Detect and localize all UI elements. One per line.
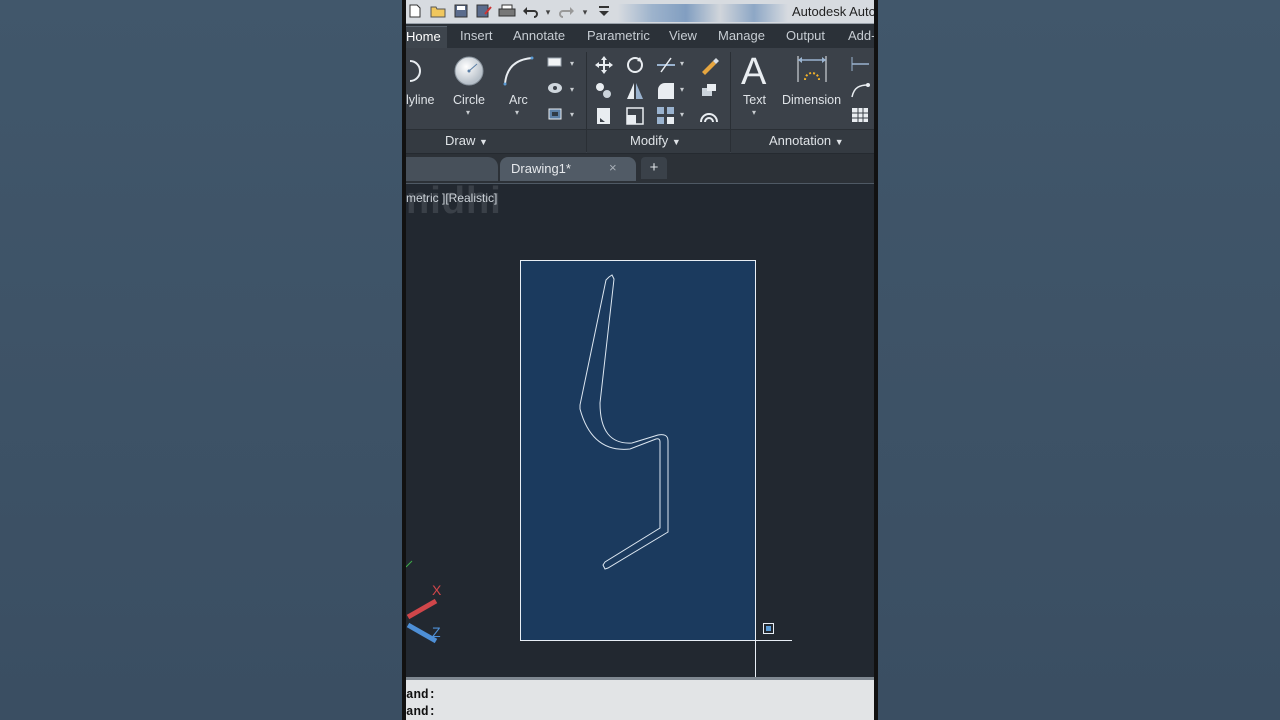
ucs-x-label: X [432,582,442,598]
left-background [0,0,404,720]
circle-dropdown-icon[interactable]: ▾ [466,108,470,117]
annotation-panel-title[interactable]: Annotation ▼ [769,133,844,148]
cursor-pickbox-center [766,626,771,631]
mirror-icon[interactable] [625,81,645,101]
dimension-button[interactable] [795,54,829,93]
polyline-button[interactable] [406,56,434,91]
fillet-dropdown-icon[interactable]: ▾ [680,85,684,94]
draw-panel-bar [406,129,586,153]
autocad-window: ▾ ▾ Autodesk Auto Home Insert Annotate P… [406,0,874,720]
tab-insert[interactable]: Insert [460,28,493,43]
trim-dropdown-icon[interactable]: ▾ [680,59,684,68]
move-icon[interactable] [594,55,614,75]
ribbon-panel: lyline Circle ▾ Arc ▾ ▾ ▾ ▾ ▾ ▾ ▾ A Text… [406,48,874,154]
tab-view[interactable]: View [669,28,697,43]
command-history-line: and: [406,688,437,702]
offset-icon[interactable] [699,106,719,126]
circle-label: Circle [453,93,485,107]
arc-dropdown-icon[interactable]: ▾ [515,108,519,117]
redo-icon[interactable] [558,4,575,20]
draw-panel-title-text: Draw [445,133,476,148]
erase-icon[interactable] [699,55,719,75]
open-folder-icon[interactable] [429,4,446,20]
ribbon-tabs: Home Insert Annotate Parametric View Man… [406,24,874,50]
rectangle-icon[interactable] [546,55,566,75]
polyline-label: lyline [406,93,435,107]
save-as-icon[interactable] [475,4,492,20]
chevron-down-icon: ▼ [478,137,488,147]
new-file-icon[interactable] [406,4,423,20]
chevron-down-icon: ▼ [834,137,844,147]
modify-panel-title[interactable]: Modify ▼ [630,133,681,148]
drawing-svg: X Z [406,260,792,677]
tab-manage[interactable]: Manage [718,28,765,43]
text-button[interactable]: A [740,51,772,95]
boundary-icon[interactable] [546,106,566,126]
arc-button[interactable] [502,54,536,93]
right-frame-edge [874,0,878,720]
redo-dropdown-icon[interactable]: ▾ [581,7,589,18]
rectangle-dropdown-icon[interactable]: ▾ [570,59,574,68]
quick-access-toolbar: ▾ ▾ Autodesk Auto [406,0,874,24]
close-icon[interactable]: × [609,160,617,175]
tab-add-ins[interactable]: Add- [848,28,874,43]
drawing-tab-label: Drawing1* [511,161,571,176]
array-dropdown-icon[interactable]: ▾ [680,110,684,119]
fillet-icon[interactable] [656,81,676,101]
boundary-dropdown-icon[interactable]: ▾ [570,110,574,119]
chevron-down-icon: ▼ [671,137,681,147]
tab-annotate[interactable]: Annotate [513,28,565,43]
explode-icon[interactable] [699,81,719,101]
text-dropdown-icon[interactable]: ▾ [752,108,756,117]
customize-dropdown-icon[interactable] [595,4,612,20]
start-tab[interactable] [406,157,498,181]
dimension-label: Dimension [782,93,842,107]
stretch-icon[interactable] [594,106,614,126]
rotate-icon[interactable] [625,55,645,75]
circle-button[interactable] [453,55,485,92]
copy-icon[interactable] [594,81,614,101]
right-background [876,0,1280,720]
linear-dimension-icon[interactable] [850,55,870,75]
svg-text:A: A [741,52,767,90]
undo-icon[interactable] [521,4,538,20]
new-tab-button[interactable]: + [641,157,667,179]
ucs-z-label: Z [432,624,441,640]
save-icon[interactable] [452,4,469,20]
hatch-dropdown-icon[interactable]: ▾ [570,85,574,94]
title-blur [618,4,788,22]
tab-home[interactable]: Home [406,26,447,50]
text-label: Text [743,93,766,107]
leader-icon[interactable] [850,81,870,101]
ucs-icon: X Z [406,560,442,644]
undo-dropdown-icon[interactable]: ▾ [544,7,552,18]
command-line[interactable]: and: and: [406,677,874,720]
arc-label: Arc [509,93,528,107]
app-title: Autodesk Auto [792,4,874,19]
table-icon[interactable] [850,106,870,126]
modify-panel-title-text: Modify [630,133,669,148]
tab-parametric[interactable]: Parametric [587,28,650,43]
scale-icon[interactable] [625,106,645,126]
hatch-icon[interactable] [546,81,566,101]
draw-panel-title[interactable]: Draw ▼ [445,133,488,148]
command-history-line: and: [406,705,437,719]
array-icon[interactable] [656,106,676,126]
print-icon[interactable] [498,4,516,20]
drawn-rectangle[interactable] [520,260,756,641]
tab-output[interactable]: Output [786,28,825,43]
annotation-panel-title-text: Annotation [769,133,832,148]
trim-icon[interactable] [656,55,676,75]
